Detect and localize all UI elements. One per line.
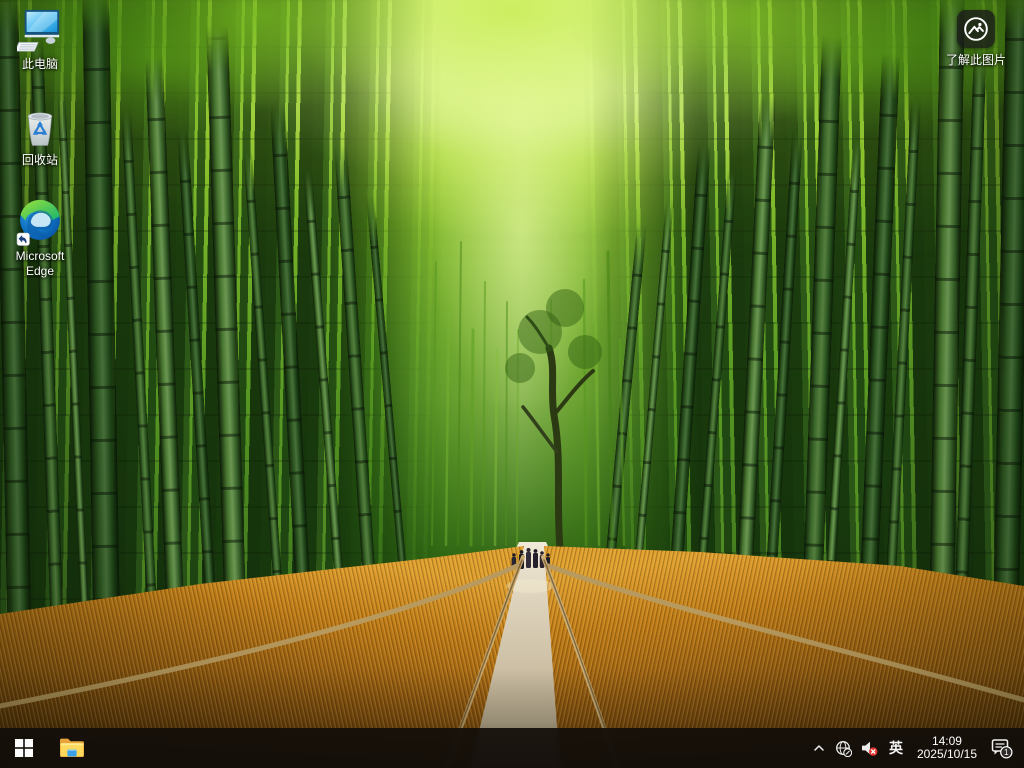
- notification-badge: 1: [1004, 748, 1009, 757]
- spotlight-learn-about-picture[interactable]: 了解此图片: [938, 10, 1014, 68]
- taskbar: 英 14:09 2025/10/15 1: [0, 728, 1024, 768]
- spotlight-label: 了解此图片: [946, 53, 1006, 68]
- recycle-bin-icon: [18, 104, 62, 150]
- speaker-muted-icon: [860, 740, 878, 757]
- edge-icon: [16, 198, 64, 246]
- tray-notifications[interactable]: 1: [984, 728, 1020, 768]
- desktop: 此电脑 回收站: [0, 0, 1024, 768]
- clock-date: 2025/10/15: [917, 748, 977, 762]
- action-center-icon: 1: [990, 737, 1014, 760]
- chevron-up-icon: [812, 741, 826, 755]
- clock-time: 14:09: [917, 735, 977, 749]
- picture-frame-icon: [963, 16, 989, 42]
- tray-input-method[interactable]: 英: [882, 728, 910, 768]
- icon-label: Microsoft Edge: [3, 249, 77, 279]
- taskbar-clock[interactable]: 14:09 2025/10/15: [910, 728, 984, 768]
- tray-volume[interactable]: [856, 728, 882, 768]
- file-explorer-button[interactable]: [48, 728, 96, 768]
- tray-show-hidden-icons[interactable]: [807, 728, 831, 768]
- tray-network-status[interactable]: [831, 728, 856, 768]
- globe-no-internet-icon: [835, 740, 852, 757]
- start-button[interactable]: [0, 728, 48, 768]
- icon-label: 回收站: [22, 153, 58, 168]
- shortcut-arrow-overlay: [17, 233, 30, 246]
- wallpaper: [0, 0, 1024, 768]
- wallpaper-foreground-details: [0, 0, 1024, 768]
- desktop-icon-microsoft-edge[interactable]: Microsoft Edge: [2, 198, 78, 279]
- computer-icon: [17, 8, 63, 54]
- desktop-icon-this-pc[interactable]: 此电脑: [2, 8, 78, 72]
- desktop-icon-recycle-bin[interactable]: 回收站: [2, 104, 78, 168]
- spotlight-button[interactable]: [957, 10, 995, 48]
- folder-icon: [59, 737, 85, 759]
- icon-label: 此电脑: [22, 57, 58, 72]
- windows-logo-icon: [15, 739, 33, 757]
